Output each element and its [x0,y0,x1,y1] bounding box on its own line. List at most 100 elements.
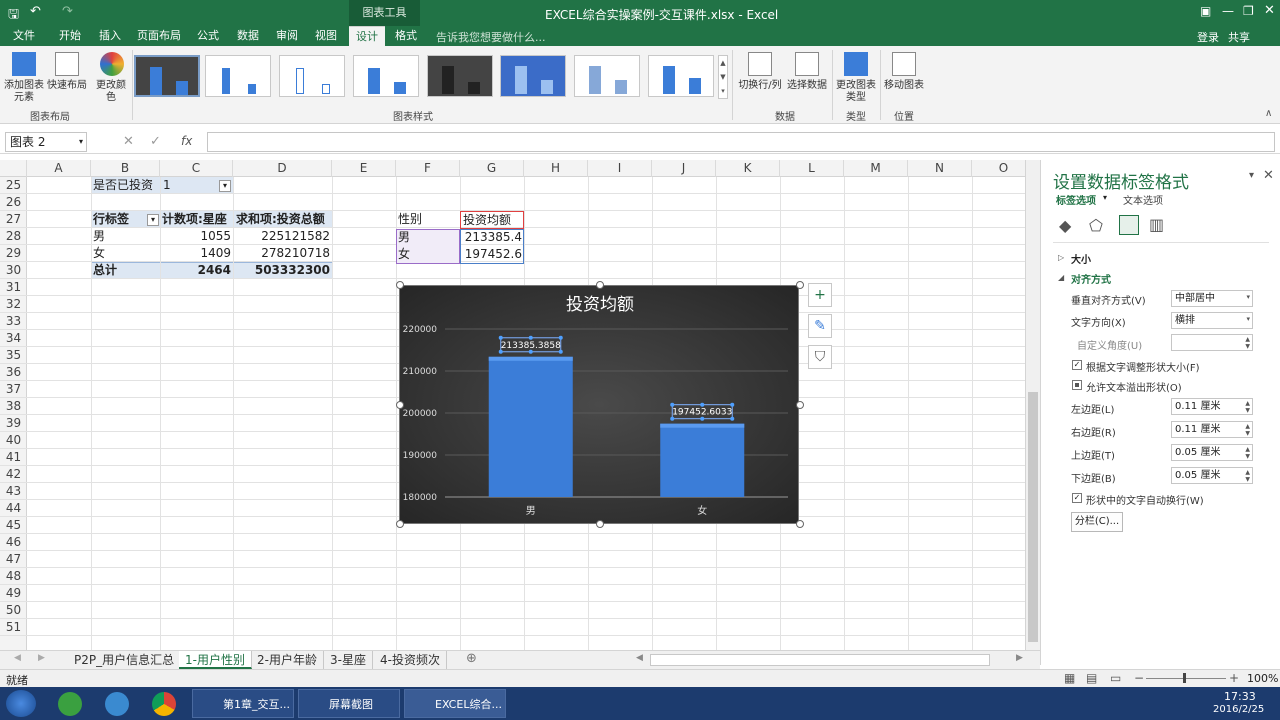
pivot-header-row-labels[interactable]: 行标签 [93,211,129,228]
bottom-margin-input[interactable]: 0.05 厘米 ▲ ▼ [1171,467,1253,484]
row-header[interactable]: 49 [0,585,27,602]
checkbox-autofit[interactable]: ✓ [1072,360,1082,370]
share-button[interactable]: 共享 [1228,29,1250,45]
column-header[interactable]: N [908,160,972,177]
pivot-sum-value[interactable]: 225121582 [233,228,330,245]
sheet-tab[interactable]: 2-用户年龄 [251,651,324,669]
scroll-right-icon[interactable]: ▶ [38,653,45,663]
save-icon[interactable]: 🖫 [8,5,19,27]
tab-design[interactable]: 设计 [349,26,385,46]
pivot-total-sum[interactable]: 503332300 [233,262,330,279]
column-header[interactable]: E [332,160,396,177]
move-chart-button[interactable]: 移动图表 [882,80,926,92]
collapse-ribbon-icon[interactable]: ∧ [1265,108,1272,119]
sheet-tab[interactable]: P2P_用户信息汇总 [68,651,182,669]
vertical-align-select[interactable]: 中部居中 ▾ [1171,290,1253,307]
app-icon-green[interactable] [58,692,82,716]
sheet-tab[interactable]: 3-星座 [324,651,373,669]
clock-time[interactable]: 17:33 [1224,690,1256,703]
switch-row-col-button[interactable]: 切换行/列 [737,80,783,92]
column-header[interactable]: L [780,160,844,177]
scroll-left-icon[interactable]: ◀ [14,653,21,663]
fx-icon[interactable]: fx [181,134,192,148]
pivot-count-value[interactable]: 1055 [160,228,231,245]
pivot-row-label[interactable]: 男 [93,228,105,245]
pivot-filter-label[interactable]: 是否已投资 [93,177,153,194]
row-header[interactable]: 46 [0,534,27,551]
text-direction-select[interactable]: 横排 ▾ [1171,312,1253,329]
column-header[interactable]: I [588,160,652,177]
row-header[interactable]: 38 [0,398,27,415]
checkbox-wrap[interactable]: ✓ [1072,493,1082,503]
row-labels-dropdown-icon[interactable]: ▾ [147,214,159,226]
chart-style-thumb[interactable] [134,55,200,97]
page-break-view-icon[interactable]: ▭ [1110,671,1121,685]
column-header[interactable]: F [396,160,460,177]
chart-filter-button[interactable]: ⛉ [808,345,832,369]
row-header[interactable]: 51 [0,619,27,636]
resize-handle[interactable] [796,281,804,289]
column-header[interactable]: B [91,160,160,177]
expand-icon[interactable]: ▷ [1058,253,1064,262]
tab-label-options[interactable]: 标签选项 [1056,192,1096,207]
resize-handle[interactable] [596,520,604,528]
taskbar-item[interactable]: 屏幕截图 [298,689,400,718]
tab-page-layout[interactable]: 页面布局 [134,26,184,46]
maximize-icon[interactable]: ❐ [1243,4,1254,18]
row-header[interactable]: 47 [0,551,27,568]
chart-style-thumb[interactable] [427,55,493,97]
pivot-filter-value[interactable]: 1 [163,177,171,194]
collapse-icon[interactable]: ◢ [1058,273,1064,282]
chart-style-thumb[interactable] [574,55,640,97]
chart-elements-button[interactable]: + [808,283,832,307]
zoom-level[interactable]: 100% [1247,672,1278,685]
checkbox-overflow[interactable] [1072,380,1082,390]
resize-handle[interactable] [396,401,404,409]
resize-handle[interactable] [396,281,404,289]
size-properties-icon[interactable] [1119,215,1139,235]
tab-file[interactable]: 文件 [6,26,42,46]
row-header[interactable]: 41 [0,449,27,466]
row-header[interactable]: 42 [0,466,27,483]
chart-style-thumb[interactable] [648,55,714,97]
tab-text-options[interactable]: 文本选项 [1123,192,1163,207]
column-header[interactable]: H [524,160,588,177]
column-header[interactable]: G [460,160,524,177]
fill-icon[interactable]: ◆ [1059,216,1071,235]
label-options-icon[interactable]: ▥ [1149,215,1164,234]
left-margin-input[interactable]: 0.11 厘米 ▲ ▼ [1171,398,1253,415]
add-sheet-icon[interactable]: ⊕ [466,651,477,666]
column-header[interactable]: M [844,160,908,177]
tab-home[interactable]: 开始 [54,26,86,46]
close-icon[interactable]: ✕ [1264,3,1275,18]
column-header[interactable]: D [233,160,332,177]
enter-icon[interactable]: ✓ [150,134,161,149]
chart-area[interactable]: 投资均额 220000 210000 200000 190000 180000 男 21338… [399,285,799,524]
row-header[interactable]: 28 [0,228,27,245]
row-header[interactable]: 45 [0,517,27,534]
row-header[interactable]: 36 [0,364,27,381]
table2-avg[interactable]: 197452.6 [460,246,522,263]
row-header[interactable]: 34 [0,330,27,347]
tab-insert[interactable]: 插入 [94,26,126,46]
ribbon-display-icon[interactable]: ▣ [1200,4,1211,18]
row-header[interactable]: 40 [0,432,27,449]
table2-header-gender[interactable]: 性别 [398,211,422,228]
filter-dropdown-icon[interactable]: ▾ [219,180,231,192]
zoom-out-icon[interactable]: − [1134,671,1144,685]
row-header[interactable]: 44 [0,500,27,517]
taskbar-item-active[interactable]: EXCEL综合... [404,689,506,718]
top-margin-input[interactable]: 0.05 厘米 ▲ ▼ [1171,444,1253,461]
tell-me-input[interactable]: 告诉我您想要做什么... [436,29,546,45]
row-header[interactable]: 35 [0,347,27,364]
column-header[interactable]: J [652,160,716,177]
start-button[interactable] [6,690,36,717]
add-element-button[interactable]: 添加图表元素 [2,80,46,104]
chart-style-thumb[interactable] [205,55,271,97]
table2-gender[interactable]: 男 [398,229,410,246]
resize-handle[interactable] [796,520,804,528]
pivot-sum-value[interactable]: 278210718 [233,245,330,262]
change-type-button[interactable]: 更改图表类型 [834,80,878,104]
section-align[interactable]: 对齐方式 [1071,271,1111,286]
resize-handle[interactable] [596,281,604,289]
